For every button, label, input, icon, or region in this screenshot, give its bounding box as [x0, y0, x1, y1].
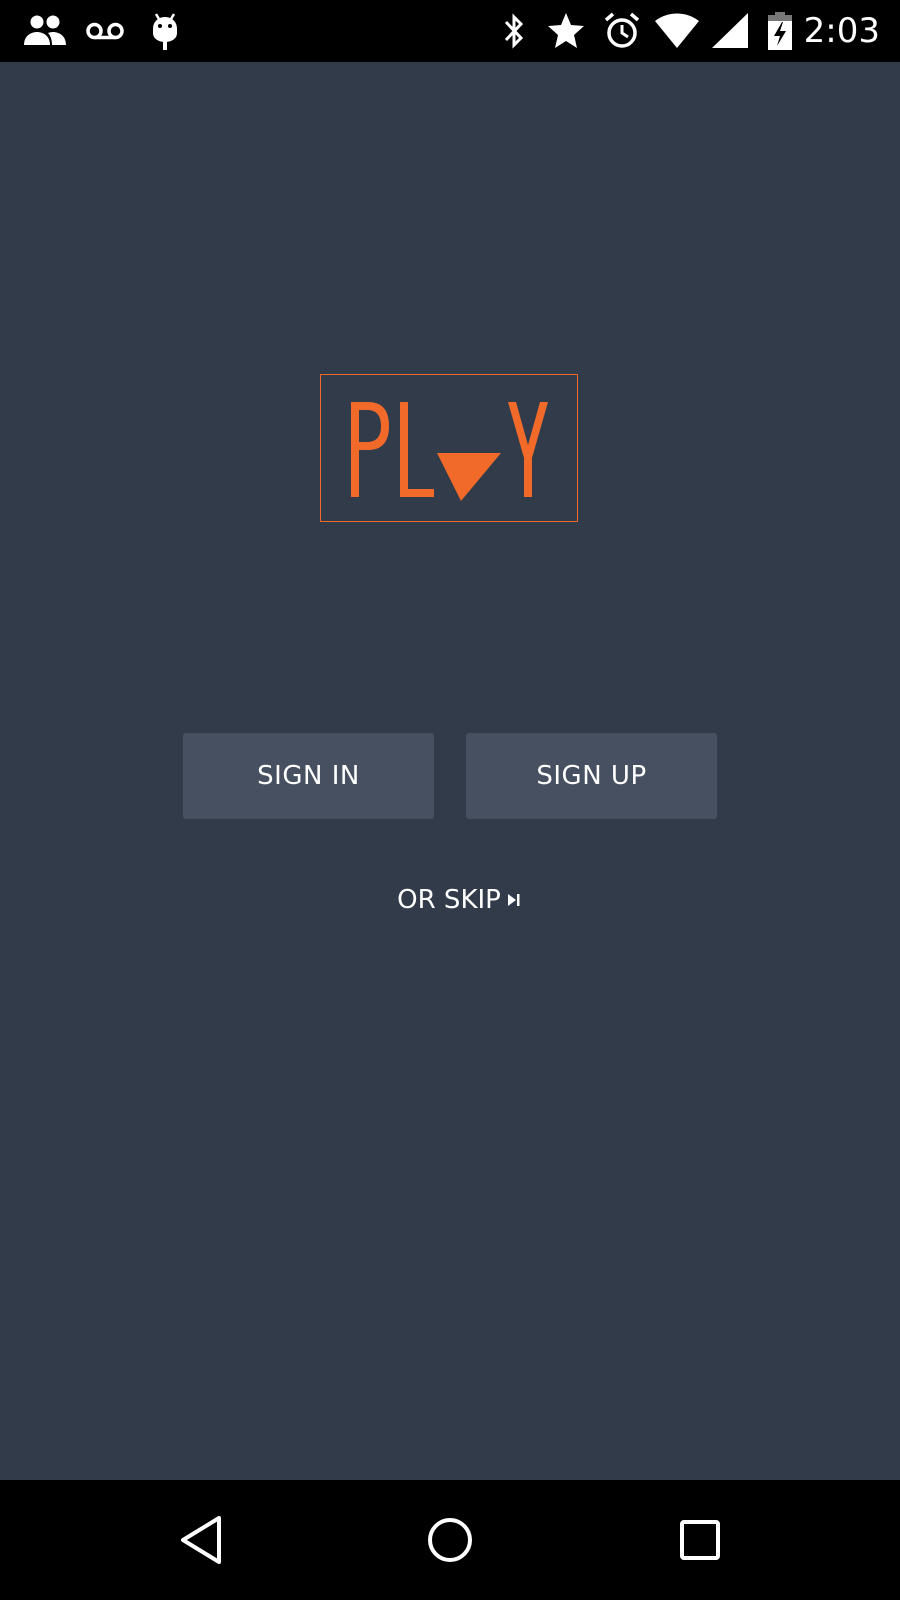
skip-next-icon: [507, 885, 521, 915]
welcome-screen: 2:03 SIGN IN SIGN UP OR SKIP: [0, 0, 900, 1600]
sign-up-label: SIGN UP: [536, 761, 647, 791]
star-icon: [546, 11, 586, 51]
people-icon: [22, 11, 68, 51]
android-debug-icon: [148, 11, 182, 51]
play-logo: [320, 374, 578, 522]
cell-signal-icon: [710, 11, 750, 51]
home-icon[interactable]: [420, 1510, 480, 1570]
bluetooth-icon: [498, 11, 530, 51]
sign-up-button[interactable]: SIGN UP: [466, 733, 717, 819]
skip-label: OR SKIP: [397, 885, 501, 915]
sign-in-label: SIGN IN: [257, 761, 360, 791]
skip-link[interactable]: OR SKIP: [0, 880, 900, 920]
back-icon[interactable]: [171, 1510, 231, 1570]
recents-icon[interactable]: [670, 1510, 730, 1570]
status-time: 2:03: [803, 11, 880, 51]
wifi-icon: [654, 11, 700, 51]
alarm-icon: [602, 11, 642, 51]
status-bar: 2:03: [0, 0, 900, 62]
navigation-bar: [0, 1480, 900, 1600]
sign-in-button[interactable]: SIGN IN: [183, 733, 434, 819]
battery-charging-icon: [766, 11, 794, 51]
voicemail-icon: [84, 11, 126, 51]
